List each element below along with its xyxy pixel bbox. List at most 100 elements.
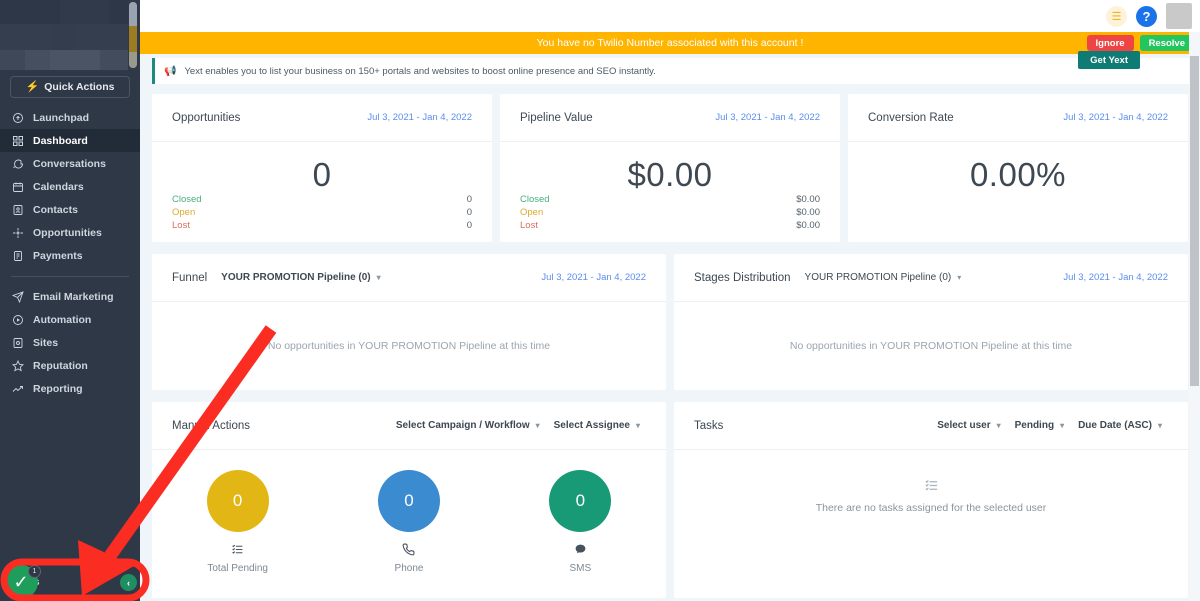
date-range-picker[interactable]: Jul 3, 2021 - Jan 4, 2022 (541, 272, 646, 283)
chevron-down-icon: ▾ (376, 273, 381, 282)
legend-row: Open $0.00 (520, 206, 820, 219)
help-icon[interactable]: ? (1136, 5, 1157, 27)
sidebar-item-conversations[interactable]: Conversations (0, 152, 140, 175)
opportunities-icon (11, 226, 24, 239)
play-circle-icon (11, 313, 24, 326)
card-stages-distribution: Stages Distribution YOUR PROMOTION Pipel… (674, 254, 1188, 390)
collapse-sidebar-icon[interactable]: ‹ (120, 574, 137, 591)
sidebar-item-automation[interactable]: Automation (0, 308, 140, 331)
sidebar-divider (11, 276, 129, 277)
sidebar-item-label: Automation (33, 313, 92, 326)
sidebar-item-email-marketing[interactable]: Email Marketing (0, 285, 140, 308)
sms-icon (574, 543, 587, 559)
task-list-icon (924, 478, 939, 496)
rocket-icon (11, 111, 24, 124)
contacts-icon (11, 203, 24, 216)
tasks-user-select[interactable]: Select user ▾ (937, 420, 1000, 431)
card-pipeline-value: Pipeline Value Jul 3, 2021 - Jan 4, 2022… (500, 94, 840, 242)
sidebar-item-label: Reporting (33, 382, 83, 395)
legend-row: Open 0 (172, 206, 472, 219)
sidebar-item-label: Contacts (33, 203, 78, 216)
bubble-value: 0 (549, 470, 612, 532)
legend-label: Open (520, 207, 544, 218)
chevron-down-icon: ▾ (957, 273, 962, 282)
bubble-value: 0 (206, 470, 269, 532)
sidebar-item-launchpad[interactable]: Launchpad (0, 106, 140, 129)
sidebar-item-dashboard[interactable]: Dashboard (0, 129, 140, 152)
manual-action-phone[interactable]: 0 Phone (323, 470, 494, 598)
sidebar-item-sites[interactable]: Sites (0, 331, 140, 354)
stat-value: 0.00% (969, 156, 1067, 193)
sidebar-item-calendars[interactable]: Calendars (0, 175, 140, 198)
calendar-icon (11, 180, 24, 193)
card-header: Conversion Rate Jul 3, 2021 - Jan 4, 202… (848, 94, 1188, 142)
page-scrollbar[interactable] (1189, 32, 1200, 601)
card-manual-actions: Manual Actions Select Campaign / Workflo… (152, 402, 666, 598)
legend-row: Lost $0.00 (520, 219, 820, 232)
card-header: Manual Actions Select Campaign / Workflo… (152, 402, 666, 450)
legend-value: 0 (466, 194, 472, 205)
date-range-picker[interactable]: Jul 3, 2021 - Jan 4, 2022 (1063, 272, 1168, 283)
sidebar-item-label: Email Marketing (33, 290, 114, 303)
card-header: Opportunities Jul 3, 2021 - Jan 4, 2022 (152, 94, 492, 142)
sidebar-item-contacts[interactable]: Contacts (0, 198, 140, 221)
funnel-pipeline-select[interactable]: YOUR PROMOTION Pipeline (0) ▾ (221, 272, 380, 283)
date-range-picker[interactable]: Jul 3, 2021 - Jan 4, 2022 (1063, 112, 1168, 123)
legend-value: $0.00 (796, 194, 820, 205)
sidebar-item-opportunities[interactable]: Opportunities (0, 221, 140, 244)
app-root: ⚡ Quick Actions Launchpad Dashboard Conv… (0, 0, 1200, 601)
legend-label: Lost (520, 220, 538, 231)
card-body: 0 Closed 0 Open 0 Lost 0 (152, 142, 492, 242)
avatar[interactable] (1166, 3, 1192, 29)
ignore-button[interactable]: Ignore (1086, 35, 1134, 51)
alert-message: You have no Twilio Number associated wit… (536, 37, 804, 49)
manual-action-sms[interactable]: 0 SMS (495, 470, 666, 598)
tasks-sort-select[interactable]: Due Date (ASC) ▾ (1078, 420, 1162, 431)
card-header: Tasks Select user ▾ Pending ▾ Due Date (… (674, 402, 1188, 450)
quick-actions-button[interactable]: ⚡ Quick Actions (10, 76, 130, 98)
stages-pipeline-select[interactable]: YOUR PROMOTION Pipeline (0) ▾ (805, 272, 962, 283)
stat-legend: Closed 0 Open 0 Lost 0 (172, 193, 472, 232)
sidebar-item-reputation[interactable]: Reputation (0, 354, 140, 377)
card-title: Manual Actions (172, 419, 250, 432)
bubble-value: 0 (377, 470, 440, 532)
funnel-pipeline-value: YOUR PROMOTION Pipeline (0) (221, 272, 371, 283)
legend-value: 0 (466, 207, 472, 218)
card-header: Stages Distribution YOUR PROMOTION Pipel… (674, 254, 1188, 302)
resolve-button[interactable]: Resolve (1139, 35, 1194, 51)
sidebar-scrollbar[interactable] (129, 2, 137, 68)
sidebar-item-label: Payments (33, 249, 83, 262)
sidebar-item-payments[interactable]: Payments (0, 244, 140, 267)
card-header: Funnel YOUR PROMOTION Pipeline (0) ▾ Jul… (152, 254, 666, 302)
campaign-workflow-select[interactable]: Select Campaign / Workflow ▾ (396, 420, 540, 431)
bubble-label: Phone (394, 563, 424, 574)
get-yext-button[interactable]: Get Yext (1078, 51, 1140, 69)
chevron-down-icon: ▾ (1060, 421, 1065, 430)
tasks-empty-text: There are no tasks assigned for the sele… (815, 502, 1047, 514)
manual-action-total-pending[interactable]: 0 Total Pending (152, 470, 323, 598)
list-icon[interactable]: ☰ (1106, 5, 1127, 27)
star-icon (11, 359, 24, 372)
page-scrollbar-thumb[interactable] (1190, 56, 1199, 386)
bolt-icon: ⚡ (25, 80, 40, 93)
card-title: Conversion Rate (868, 111, 954, 124)
chevron-down-icon: ▾ (1157, 421, 1162, 430)
sidebar-item-reporting[interactable]: Reporting (0, 377, 140, 400)
card-opportunities: Opportunities Jul 3, 2021 - Jan 4, 2022 … (152, 94, 492, 242)
card-title: Pipeline Value (520, 111, 593, 124)
main-content: ☰ ? You have no Twilio Number associated… (140, 0, 1200, 601)
funnel-empty-state: No opportunities in YOUR PROMOTION Pipel… (152, 302, 666, 390)
card-title: Opportunities (172, 111, 241, 124)
sidebar-item-label: Opportunities (33, 226, 102, 239)
sidebar-item-label: Dashboard (33, 134, 88, 147)
sidebar-nav-primary: Launchpad Dashboard Conversations Calend… (0, 106, 140, 400)
sidebar: ⚡ Quick Actions Launchpad Dashboard Conv… (0, 0, 140, 601)
sidebar-item-label: Launchpad (33, 111, 90, 124)
tasks-status-select[interactable]: Pending ▾ (1015, 420, 1064, 431)
card-body: 0.00% (848, 142, 1188, 242)
assignee-select[interactable]: Select Assignee ▾ (554, 420, 640, 431)
date-range-picker[interactable]: Jul 3, 2021 - Jan 4, 2022 (367, 112, 472, 123)
stats-row: Opportunities Jul 3, 2021 - Jan 4, 2022 … (140, 94, 1200, 242)
topbar: ☰ ? (140, 0, 1200, 32)
date-range-picker[interactable]: Jul 3, 2021 - Jan 4, 2022 (715, 112, 820, 123)
